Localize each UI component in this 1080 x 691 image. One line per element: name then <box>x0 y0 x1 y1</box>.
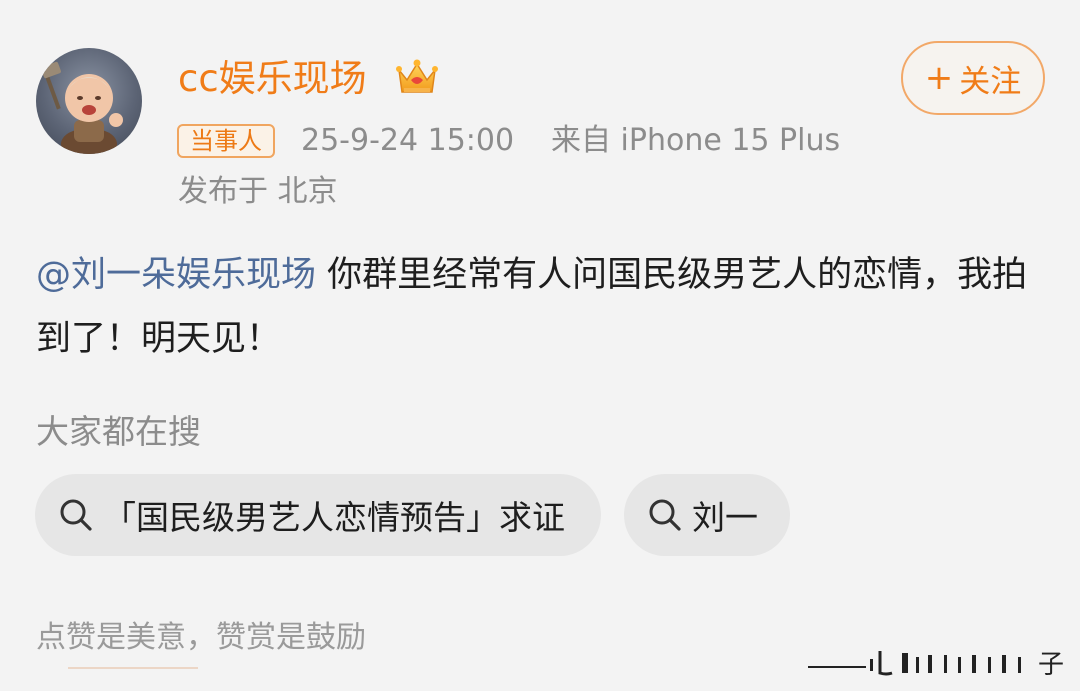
post-location: 发布于 北京 <box>178 174 338 209</box>
search-icon <box>60 499 92 531</box>
trending-title: 大家都在搜 <box>36 412 201 451</box>
role-tag: 当事人 <box>177 124 275 158</box>
search-icon <box>649 499 681 531</box>
reward-divider <box>68 667 198 669</box>
crown-badge-icon <box>396 59 438 93</box>
author-avatar[interactable] <box>36 48 142 154</box>
mention-link[interactable]: @刘一朵娱乐现场 <box>36 255 316 295</box>
avatar-image <box>41 61 123 154</box>
watermark-char: 子 <box>1038 650 1064 680</box>
post-content: @刘一朵娱乐现场 你群里经常有人问国民级男艺人的恋情，我拍到了！明天见！ <box>36 243 1046 371</box>
trending-search-label: 「国民级男艺人恋情预告」求证 <box>103 498 565 537</box>
author-name[interactable]: cc娱乐现场 <box>178 54 367 104</box>
watermark-signature: 子 <box>808 650 1064 680</box>
post-source: 来自 iPhone 15 Plus <box>551 123 841 158</box>
plus-icon: + <box>924 58 954 98</box>
trending-search-chip[interactable]: 刘一 <box>624 474 790 556</box>
reward-prompt: 点赞是美意，赞赏是鼓励 <box>36 620 366 655</box>
follow-button[interactable]: + 关注 <box>901 41 1045 115</box>
trending-search-label: 刘一 <box>692 498 758 537</box>
post-timestamp: 25-9-24 15:00 <box>301 123 515 158</box>
trending-search-chip[interactable]: 「国民级男艺人恋情预告」求证 <box>35 474 601 556</box>
follow-label: 关注 <box>959 63 1022 100</box>
